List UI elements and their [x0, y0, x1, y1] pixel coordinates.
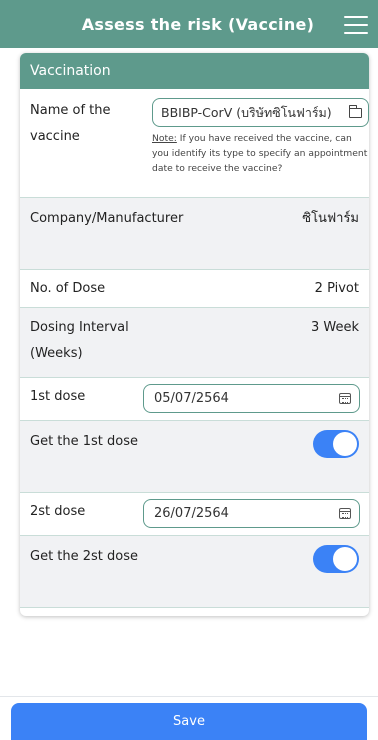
- vaccination-card: Vaccination Name of the vaccine BBIBP-Co…: [20, 53, 369, 616]
- get-second-dose-label: Get the 2st dose: [30, 549, 139, 564]
- first-dose-date-input[interactable]: 05/07/2564: [143, 384, 360, 413]
- company-row: Company/Manufacturer ซิโนฟาร์ม: [20, 198, 369, 270]
- first-dose-label: 1st dose: [30, 389, 86, 404]
- app-header: Assess the risk (Vaccine): [0, 0, 378, 48]
- dose-count-row: No. of Dose 2 Pivot: [20, 270, 369, 308]
- toggle-knob: [333, 547, 357, 571]
- note-label: Note:: [152, 133, 177, 144]
- second-dose-date-value: 26/07/2564: [154, 506, 229, 521]
- interval-value: 3 Week: [310, 320, 359, 335]
- vaccine-name-input[interactable]: BBIBP-CorV (บริษัทซิโนฟาร์ม): [152, 98, 369, 127]
- vaccine-note: Note: If you have received the vaccine, …: [152, 131, 369, 176]
- toggle-knob: [333, 432, 357, 456]
- card-title: Vaccination: [20, 53, 369, 89]
- vaccine-name-row: Name of the vaccine BBIBP-CorV (บริษัทซิ…: [20, 89, 369, 198]
- second-dose-date-input[interactable]: 26/07/2564: [143, 499, 360, 528]
- get-second-dose-toggle[interactable]: [313, 545, 359, 573]
- note-text: If you have received the vaccine, can yo…: [152, 133, 368, 174]
- first-dose-row: 1st dose 05/07/2564: [20, 378, 369, 421]
- interval-row: Dosing Interval (Weeks) 3 Week: [20, 308, 369, 378]
- calendar-icon[interactable]: [339, 393, 351, 404]
- dose-count-value: 2 Pivot: [314, 281, 359, 296]
- get-first-dose-row: Get the 1st dose: [20, 421, 369, 493]
- hamburger-menu-icon[interactable]: [344, 16, 368, 34]
- company-value: ซิโนฟาร์ม: [302, 211, 359, 226]
- dose-count-label: No. of Dose: [30, 281, 106, 296]
- get-first-dose-label: Get the 1st dose: [30, 434, 139, 449]
- save-button[interactable]: Save: [11, 703, 367, 740]
- footer-divider: [0, 696, 378, 697]
- first-dose-date-value: 05/07/2564: [154, 391, 229, 406]
- get-first-dose-toggle[interactable]: [313, 430, 359, 458]
- second-dose-label: 2st dose: [30, 504, 86, 519]
- second-dose-row: 2st dose 26/07/2564: [20, 493, 369, 536]
- page-title: Assess the risk (Vaccine): [81, 14, 315, 34]
- vaccine-name-value: BBIBP-CorV (บริษัทซิโนฟาร์ม): [161, 104, 332, 120]
- interval-label: Dosing Interval (Weeks): [30, 320, 129, 361]
- folder-icon[interactable]: [349, 104, 362, 118]
- company-label: Company/Manufacturer: [30, 211, 184, 226]
- get-second-dose-row: Get the 2st dose: [20, 536, 369, 608]
- vaccine-name-label: Name of the vaccine: [30, 103, 111, 144]
- vaccine-name-column: BBIBP-CorV (บริษัทซิโนฟาร์ม) Note: If yo…: [152, 98, 369, 176]
- calendar-icon[interactable]: [339, 508, 351, 519]
